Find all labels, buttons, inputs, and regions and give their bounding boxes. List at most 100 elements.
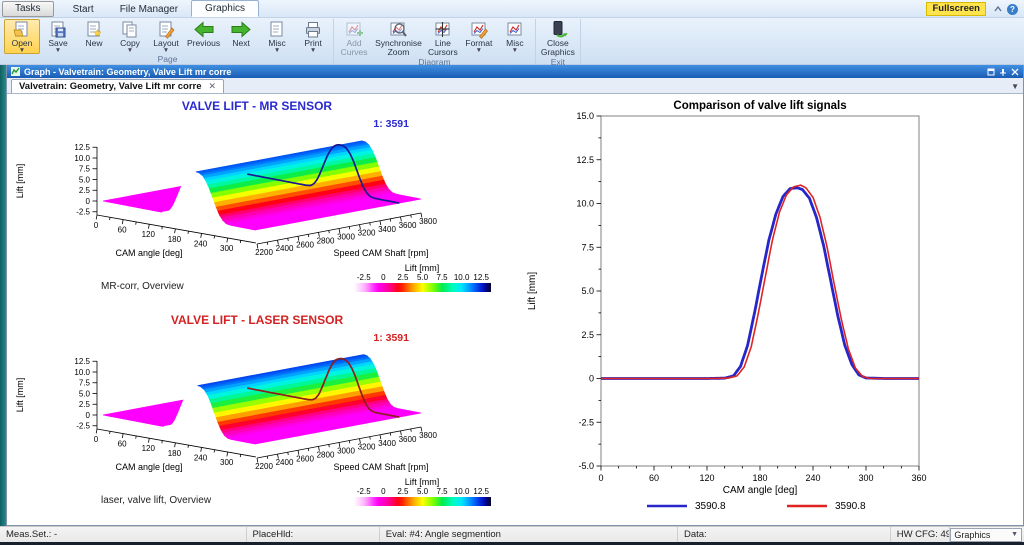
chevron-down-icon[interactable]: ▼ bbox=[1011, 82, 1019, 91]
dropdown-arrow-icon: ▼ bbox=[476, 48, 482, 53]
page-new-icon bbox=[84, 20, 104, 39]
ribbon-button-line-cursors[interactable]: LineCursors bbox=[425, 19, 461, 57]
ribbon-button-new[interactable]: New bbox=[76, 19, 112, 49]
axis-tick-label: 2600 bbox=[296, 454, 314, 463]
axis-tick-label: 120 bbox=[142, 230, 156, 239]
page-misc-icon bbox=[267, 20, 287, 39]
axis-tick-label: 180 bbox=[168, 449, 182, 458]
axis-tick-label: -2.5 bbox=[357, 273, 371, 282]
axis-tick-label: 2400 bbox=[276, 458, 294, 467]
plot-subtitle: laser, valve lift, Overview bbox=[101, 495, 212, 506]
axis-tick-label: -2.5 bbox=[578, 417, 594, 427]
axis-tick-label: 2.5 bbox=[397, 487, 409, 496]
axis-tick-label: 12.5 bbox=[473, 273, 489, 282]
comparison-plot: Comparison of valve lift signals15.012.5… bbox=[527, 98, 1023, 525]
ribbon-button-previous[interactable]: Previous bbox=[184, 19, 223, 49]
ribbon-button-misc[interactable]: Misc▼ bbox=[497, 19, 533, 54]
ribbon-group-exit: CloseGraphicsExit bbox=[536, 19, 581, 64]
plot-content-area: VALVE LIFT - MR SENSOR1: 359112.510.07.5… bbox=[7, 94, 1023, 525]
axis-tick-label: -2.5 bbox=[76, 208, 90, 217]
axis-tick-label: 0 bbox=[94, 435, 99, 444]
axis-tick-label: 3200 bbox=[358, 229, 376, 238]
colorbar-title: Lift [mm] bbox=[405, 477, 440, 487]
status-field-1: PlaceHld: bbox=[247, 527, 380, 542]
axis-tick-label: 5.0 bbox=[417, 273, 429, 282]
document-tab-label: Valvetrain: Geometry, Valve Lift mr corr… bbox=[19, 81, 202, 92]
axis-tick-label: -2.5 bbox=[76, 422, 90, 431]
ribbon-button-format[interactable]: Format▼ bbox=[461, 19, 497, 54]
axis-tick-label: 10.0 bbox=[454, 273, 470, 282]
document-tab[interactable]: Valvetrain: Geometry, Valve Lift mr corr… bbox=[11, 79, 224, 93]
ribbon-tab-file-manager[interactable]: File Manager bbox=[107, 2, 191, 17]
colorbar-gradient bbox=[354, 283, 491, 292]
axis-tick-label: 2400 bbox=[276, 244, 294, 253]
close-window-icon[interactable] bbox=[1011, 68, 1019, 76]
axis-tick-label: 5.0 bbox=[79, 389, 91, 398]
axis-tick-label: 240 bbox=[194, 453, 208, 462]
ribbon-button-next[interactable]: Next bbox=[223, 19, 259, 49]
chart-pencil-icon bbox=[469, 20, 489, 39]
axis-tick-label: 3200 bbox=[358, 443, 376, 452]
save-icon bbox=[48, 20, 68, 39]
main-area: Graph - Valvetrain: Geometry, Valve Lift… bbox=[0, 65, 1024, 526]
ribbon-button-open[interactable]: Open▼ bbox=[4, 19, 40, 54]
axis-tick-label: 0 bbox=[86, 197, 91, 206]
axis-tick-label: 3000 bbox=[337, 233, 355, 242]
fullscreen-button[interactable]: Fullscreen bbox=[926, 2, 986, 16]
ribbon-button-close-graphics[interactable]: CloseGraphics bbox=[538, 19, 578, 57]
y-axis-label: Lift [mm] bbox=[527, 272, 538, 311]
dropdown-arrow-icon: ▼ bbox=[127, 48, 133, 53]
status-field-4: HW CFG: 490 Δ bbox=[891, 527, 951, 542]
axis-tick-label: -2.5 bbox=[357, 487, 371, 496]
tasks-menu-button[interactable]: Tasks bbox=[2, 1, 54, 17]
axis-tick-label: 60 bbox=[118, 440, 127, 449]
window-position-icon[interactable] bbox=[987, 68, 995, 76]
axis-tick-label: 0 bbox=[381, 273, 386, 282]
axis-tick-label: 2600 bbox=[296, 240, 314, 249]
axis-tick-label: 240 bbox=[805, 473, 820, 483]
axis-tick-label: 5.0 bbox=[417, 487, 429, 496]
plot-subtitle: MR-corr, Overview bbox=[101, 281, 185, 292]
ribbon-button-label: Previous bbox=[187, 39, 220, 48]
ribbon-button-copy[interactable]: Copy▼ bbox=[112, 19, 148, 54]
ribbon-button-synchronise-zoom[interactable]: SynchroniseZoom bbox=[372, 19, 425, 57]
ribbon-button-print[interactable]: Print▼ bbox=[295, 19, 331, 54]
close-tab-icon[interactable]: ✕ bbox=[209, 81, 217, 92]
axis-tick-label: 7.5 bbox=[79, 165, 91, 174]
zoom-chart-icon bbox=[388, 20, 408, 39]
axis-tick-label: 12.5 bbox=[473, 487, 489, 496]
legend-label: 3590.8 bbox=[835, 501, 866, 512]
axis-tick-label: 10.0 bbox=[454, 487, 470, 496]
ribbon-group-diagram: AddCurvesSynchroniseZoomLineCursorsForma… bbox=[334, 19, 536, 64]
axis-tick-label: 7.5 bbox=[437, 273, 449, 282]
ribbon-button-save[interactable]: Save▼ bbox=[40, 19, 76, 54]
ribbon-tab-start[interactable]: Start bbox=[60, 2, 107, 17]
ribbon-button-layout[interactable]: Layout▼ bbox=[148, 19, 184, 54]
close-graphics-icon bbox=[548, 20, 568, 39]
chart-plus-icon bbox=[344, 20, 364, 39]
surface-mesh bbox=[103, 355, 421, 444]
speed-annotation: 1: 3591 bbox=[373, 332, 409, 344]
pin-icon[interactable] bbox=[999, 68, 1007, 76]
copy-icon bbox=[120, 20, 140, 39]
axis-tick-label: 15.0 bbox=[576, 111, 594, 121]
ribbon-tab-graphics[interactable]: Graphics bbox=[191, 0, 259, 17]
ribbon-button-misc[interactable]: Misc▼ bbox=[259, 19, 295, 54]
axis-tick-label: 2800 bbox=[317, 236, 335, 245]
status-field-3: Data: bbox=[678, 527, 891, 542]
lift-axis-label: Lift [mm] bbox=[15, 164, 25, 199]
dropdown-arrow-icon: ▼ bbox=[310, 48, 316, 53]
speed-axis-label: Speed CAM Shaft [rpm] bbox=[333, 248, 428, 258]
axis-tick-label: 12.5 bbox=[576, 155, 594, 165]
mode-select[interactable]: Graphics ▼ bbox=[950, 528, 1022, 542]
status-field-2: Eval: #4: Angle segmention bbox=[380, 527, 678, 542]
x-axis-label: CAM angle [deg] bbox=[723, 485, 798, 496]
minimize-ribbon-icon[interactable] bbox=[992, 3, 1004, 15]
arrow-left-icon bbox=[192, 20, 216, 39]
axis-tick-label: 0 bbox=[598, 473, 603, 483]
printer-icon bbox=[303, 20, 323, 39]
ribbon-button-label: LineCursors bbox=[428, 39, 458, 56]
series-line-3590.8 bbox=[601, 188, 919, 379]
help-icon[interactable]: ? bbox=[1007, 4, 1018, 15]
axis-tick-label: 2.5 bbox=[79, 400, 91, 409]
